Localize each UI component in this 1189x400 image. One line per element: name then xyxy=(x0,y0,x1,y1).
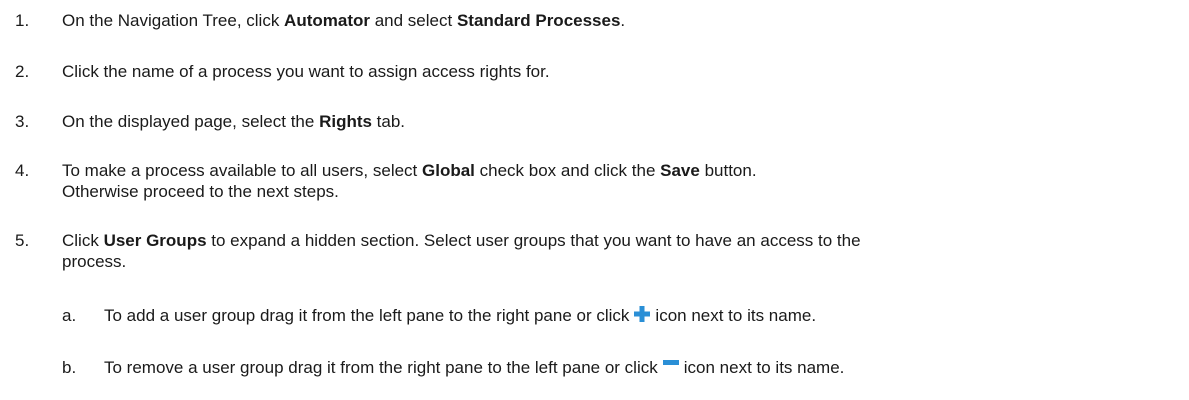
step-text: On the displayed page, select the Rights… xyxy=(62,111,1177,132)
text-run: . xyxy=(620,11,626,30)
text-run: check box and click the xyxy=(474,161,661,180)
step-number: 2. xyxy=(15,62,30,81)
text-run: To remove a user group drag it from the … xyxy=(104,358,658,377)
substep-letter: a. xyxy=(62,306,77,325)
substep-letter: b. xyxy=(62,358,77,377)
text-run: On the displayed page, select the xyxy=(62,112,320,131)
text-run: To make a process available to all users… xyxy=(62,161,423,180)
text-run: button. xyxy=(699,161,757,180)
ui-term-rights: Rights xyxy=(319,112,372,131)
text-run-line2: Otherwise proceed to the next steps. xyxy=(62,182,339,201)
text-run: and select xyxy=(370,11,457,30)
ui-term-save: Save xyxy=(660,161,700,180)
text-run: icon next to its name. xyxy=(655,306,817,325)
substep-text: To add a user group drag it from the lef… xyxy=(104,305,1174,326)
step-text: To make a process available to all users… xyxy=(62,160,1177,202)
text-run-line2: process. xyxy=(62,252,127,271)
text-run: to expand a hidden section. Select user … xyxy=(206,231,861,250)
step-number: 1. xyxy=(15,11,30,30)
step-text: Click User Groups to expand a hidden sec… xyxy=(62,230,1177,272)
text-run: icon next to its name. xyxy=(683,358,845,377)
text-run: On the Navigation Tree, click xyxy=(62,11,285,30)
ui-term-standard-processes: Standard Processes xyxy=(456,11,621,30)
step-number: 3. xyxy=(15,112,30,131)
step-text: On the Navigation Tree, click Automator … xyxy=(62,10,1177,31)
step-text: Click the name of a process you want to … xyxy=(62,62,550,81)
text-run: tab. xyxy=(371,112,406,131)
step-number: 4. xyxy=(15,161,30,180)
text-run: Click xyxy=(62,231,104,250)
text-run: To add a user group drag it from the lef… xyxy=(104,306,630,325)
ui-term-user-groups: User Groups xyxy=(103,231,207,250)
step-number: 5. xyxy=(15,231,30,250)
minus-icon xyxy=(661,357,681,375)
substep-text: To remove a user group drag it from the … xyxy=(104,357,1174,378)
instruction-document: 1. On the Navigation Tree, click Automat… xyxy=(0,0,1189,400)
ui-term-global: Global xyxy=(422,161,475,180)
plus-icon xyxy=(632,305,652,323)
ui-term-automator: Automator xyxy=(284,11,370,30)
